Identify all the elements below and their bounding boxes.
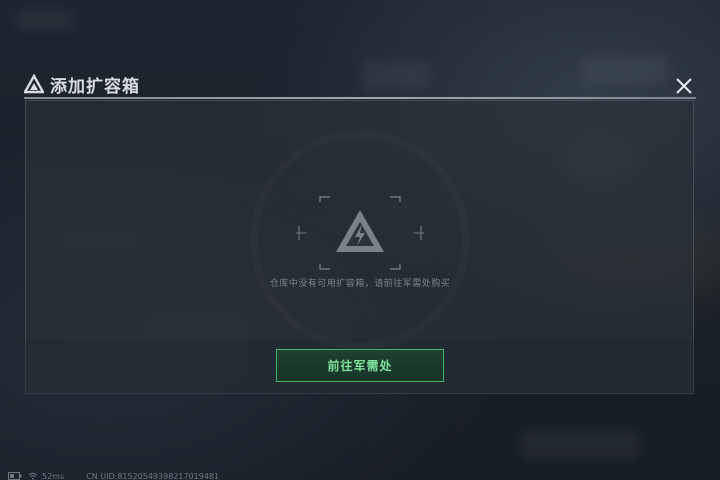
uid-text: CN UID:8152054939821701948​1: [86, 471, 220, 480]
goto-button-label: 前往军需处: [327, 359, 393, 373]
background-blur-shape: [520, 430, 640, 460]
close-icon: [676, 78, 692, 94]
background-blur-shape: [360, 60, 430, 90]
dialog-title: 添加扩容箱: [50, 76, 140, 97]
title-divider: [24, 97, 696, 99]
ping-readout: 52ms: [42, 471, 65, 480]
triangle-logo-icon: [22, 73, 46, 94]
status-bar: 52ms CN UID:8152054939821701948​1: [8, 470, 219, 480]
battery-icon: [8, 472, 22, 480]
goto-quartermaster-button[interactable]: 前往军需处: [276, 349, 444, 382]
triangle-lightning-icon: [334, 208, 386, 254]
empty-state-message: 仓库中没有可用扩容箱，请前往军需处购买: [269, 279, 451, 289]
background-blur-shape: [580, 55, 670, 85]
close-button[interactable]: [670, 72, 698, 100]
dialog-title-row: 添加扩容箱: [22, 70, 140, 98]
background-blur-shape: [15, 10, 75, 30]
wifi-icon: [28, 472, 38, 480]
